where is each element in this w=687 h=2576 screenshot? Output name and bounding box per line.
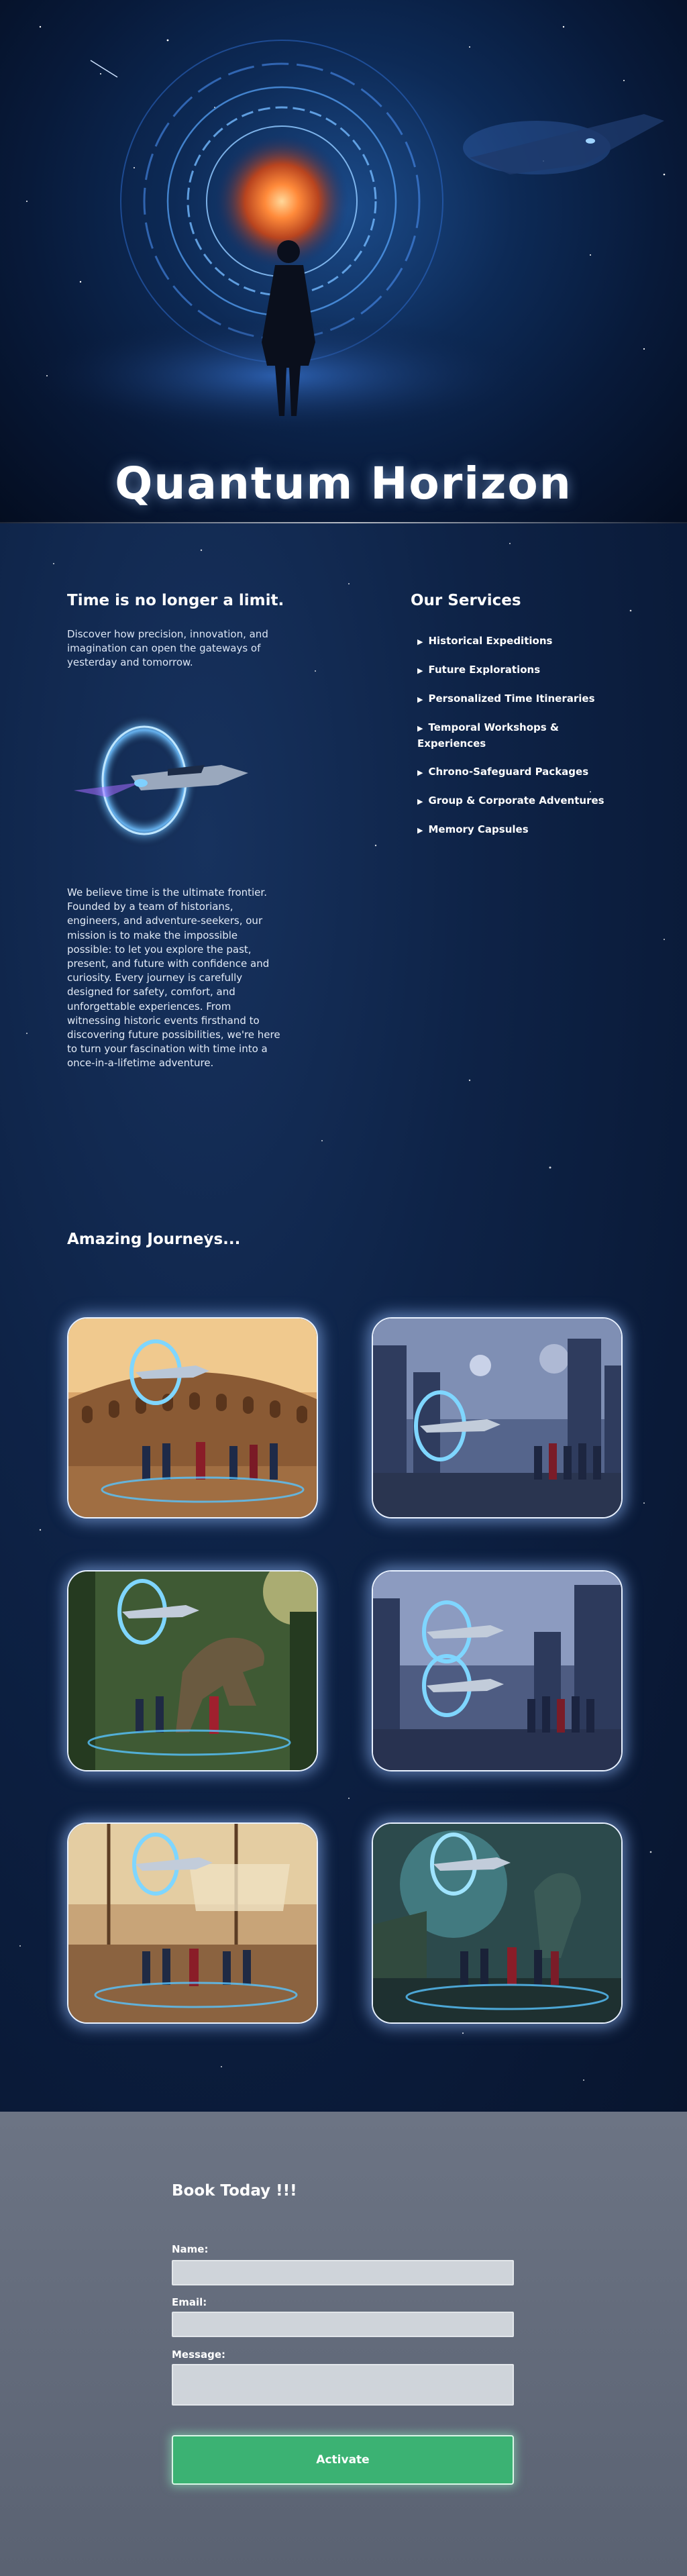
service-item-chrono-safeguard[interactable]: ▶ Chrono-Safeguard Packages [417, 764, 612, 780]
journey-card-ancient-temple[interactable] [372, 1822, 623, 2024]
temple-dragon-scene-image [373, 1824, 621, 2022]
pirate-harbor-scene-image [68, 1824, 317, 2022]
triangle-bullet-icon: ▶ [417, 826, 423, 835]
intro-paragraph: Discover how precision, innovation, and … [67, 628, 268, 668]
metropolis-scene-image [373, 1572, 621, 1770]
colosseum-scene-image [68, 1319, 317, 1517]
journey-card-metropolis[interactable] [372, 1570, 623, 1771]
service-item-historical-expeditions[interactable]: ▶ Historical Expeditions [417, 633, 612, 650]
triangle-bullet-icon: ▶ [417, 797, 423, 806]
triangle-bullet-icon: ▶ [417, 637, 423, 646]
triangle-bullet-icon: ▶ [417, 724, 423, 733]
booking-section: Book Today !!! Name: Email: Message: Act… [0, 2112, 687, 2576]
services-heading: Our Services [411, 592, 521, 609]
activate-button[interactable]: Activate [172, 2435, 514, 2485]
future-city-scene-image [373, 1319, 621, 1517]
journey-card-pirate-harbor[interactable] [67, 1822, 318, 2024]
hero-banner: Quantum Horizon [0, 0, 687, 523]
journey-card-dinosaur[interactable] [67, 1570, 318, 1771]
service-item-future-explorations[interactable]: ▶ Future Explorations [417, 662, 612, 678]
service-item-memory-capsules[interactable]: ▶ Memory Capsules [417, 822, 612, 838]
time-ship-illustration [74, 713, 248, 847]
message-label: Message: [172, 2349, 225, 2361]
hero-portal-illustration [26, 25, 666, 436]
message-textarea[interactable] [172, 2364, 514, 2406]
intro-heading: Time is no longer a limit. [67, 592, 284, 609]
content-section: Time is no longer a limit. Discover how … [0, 523, 687, 2112]
site-title: Quantum Horizon [115, 458, 572, 509]
journeys-heading: Amazing Journeys... [67, 1231, 241, 1248]
about-paragraph: We believe time is the ultimate frontier… [67, 886, 280, 1070]
services-list: ▶ Historical Expeditions ▶ Future Explorat… [417, 633, 612, 851]
email-input[interactable] [172, 2312, 514, 2337]
name-label: Name: [172, 2243, 209, 2255]
triangle-bullet-icon: ▶ [417, 666, 423, 675]
booking-heading: Book Today !!! [172, 2182, 297, 2200]
triangle-bullet-icon: ▶ [417, 768, 423, 777]
service-item-personalized-itineraries[interactable]: ▶ Personalized Time Itineraries [417, 691, 612, 707]
dinosaur-scene-image [68, 1572, 317, 1770]
journey-card-colosseum[interactable] [67, 1317, 318, 1518]
name-input[interactable] [172, 2260, 514, 2285]
service-item-temporal-workshops[interactable]: ▶ Temporal Workshops & Experiences [417, 720, 612, 752]
email-label: Email: [172, 2296, 207, 2308]
triangle-bullet-icon: ▶ [417, 695, 423, 704]
journey-card-future-city[interactable] [372, 1317, 623, 1518]
service-item-group-corporate[interactable]: ▶ Group & Corporate Adventures [417, 793, 612, 809]
